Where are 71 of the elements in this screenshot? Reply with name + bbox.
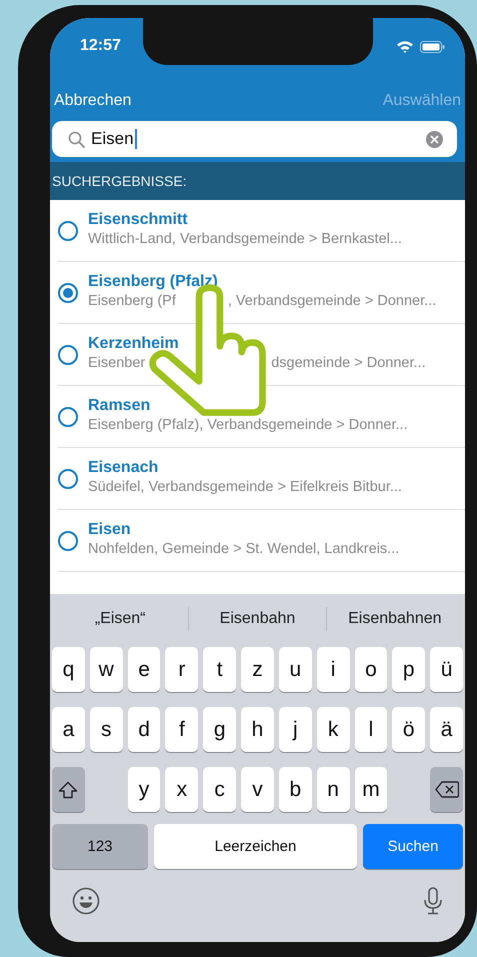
key[interactable]: u [278,647,312,692]
key[interactable]: n [316,767,350,812]
key[interactable]: y [128,767,160,812]
key[interactable]: g [203,707,236,752]
key[interactable]: p [392,647,426,692]
radio-button[interactable] [58,468,78,488]
place-detail: Eisenber [88,354,146,370]
place-detail: Eisenberg (Pfalz), Verbandsgemeinde > Donner... [88,416,408,432]
key[interactable]: k [316,707,350,752]
search-key[interactable]: Suchen [363,824,463,869]
wifi-icon [396,40,414,53]
key[interactable]: i [316,647,350,692]
radio-button[interactable] [58,530,78,550]
key[interactable]: j [278,707,312,752]
search-icon [68,130,85,148]
radio-button[interactable] [58,282,78,302]
key[interactable]: a [52,707,85,752]
result-item[interactable]: Eisenschmitt Wittlich-Land, Verbandsgemeinde > Bernkastel... [58,200,465,262]
key[interactable]: q [52,647,85,692]
place-detail: Eisenberg (Pf [88,292,176,308]
space-key[interactable]: Leerzeichen [154,824,357,869]
place-name: Kerzenheim [88,334,180,352]
key[interactable]: ä [430,707,463,752]
shift-key[interactable] [52,767,85,812]
place-detail: Wittlich-Land, Verbandsgemeinde > Bernkastel... [88,230,402,246]
key[interactable]: o [354,647,388,692]
numbers-key[interactable]: 123 [52,824,148,869]
key[interactable]: c [203,767,236,812]
key[interactable]: t [203,647,236,692]
key[interactable]: r [165,647,198,692]
key[interactable]: l [354,707,388,752]
key[interactable]: e [128,647,160,692]
key[interactable]: ö [392,707,426,752]
place-detail: dsgemeinde > Donner... [271,354,426,370]
result-item[interactable]: Eisenach Südeifel, Verbandsgemeinde > Eifelkreis Bitbur... [58,448,465,510]
place-detail: , Verbandsgemeinde > Donner... [228,292,436,308]
place-name: Eisen [88,520,132,538]
key[interactable]: x [165,767,198,812]
battery-icon [420,40,445,52]
word-suggestion[interactable]: Eisenbahnen [326,604,463,634]
emoji-icon[interactable] [72,886,100,914]
place-name: Ramsen [88,396,152,414]
place-name: Eisenach [88,458,160,476]
shift-icon [58,780,78,798]
radio-button[interactable] [58,344,78,364]
result-item[interactable]: Eisen Nohfelden, Gemeinde > St. Wendel, Landkreis... [58,510,465,572]
place-detail: Südeifel, Verbandsgemeinde > Eifelkreis Bitbur... [88,478,402,494]
place-name: Eisenschmitt [88,210,189,228]
section-header: SUCHERGEBNISSE: [50,162,465,200]
status-time: 12:57 [80,37,121,55]
radio-button[interactable] [58,406,78,426]
word-suggestion[interactable]: Eisenbahn [189,604,326,634]
key[interactable]: m [354,767,388,812]
search-field[interactable]: Eisen [52,121,457,157]
backspace-icon [434,781,459,798]
key[interactable]: h [241,707,274,752]
microphone-icon[interactable] [423,886,443,914]
key[interactable]: ü [430,647,463,692]
radio-button[interactable] [58,220,78,240]
backspace-key[interactable] [430,767,463,812]
key[interactable]: z [241,647,274,692]
place-detail: Nohfelden, Gemeinde > St. Wendel, Landkreis... [88,540,400,556]
clear-icon[interactable] [426,130,443,148]
cancel-button[interactable]: Abbrechen [54,92,132,110]
key[interactable]: w [90,647,123,692]
key[interactable]: b [278,767,312,812]
key[interactable]: d [128,707,160,752]
key[interactable]: f [165,707,198,752]
key[interactable]: v [241,767,274,812]
word-suggestion[interactable]: „Eisen“ [52,604,188,634]
key[interactable]: s [90,707,123,752]
